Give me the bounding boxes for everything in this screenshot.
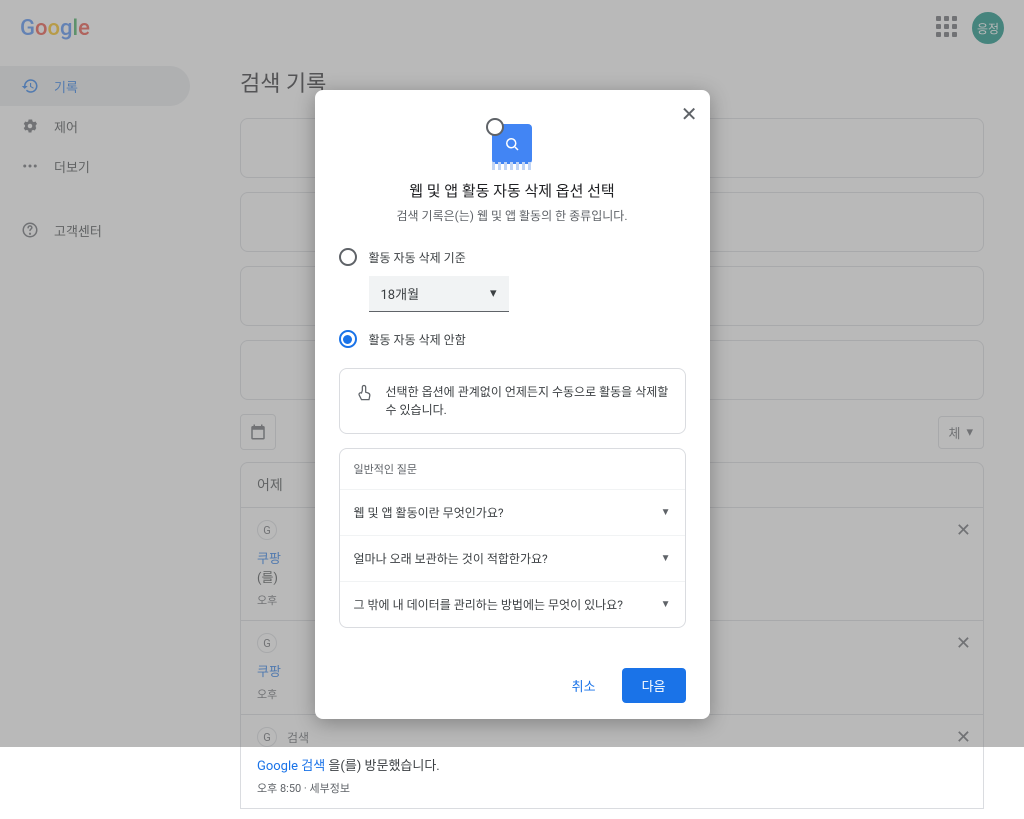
activity-text: Google 검색 을(를) 방문했습니다. [257, 755, 967, 774]
faq-header: 일반적인 질문 [340, 449, 685, 489]
faq-item[interactable]: 얼마나 오래 보관하는 것이 적합한가요? ▼ [340, 535, 685, 581]
chevron-down-icon: ▼ [661, 553, 671, 564]
chevron-down-icon: ▾ [490, 286, 497, 301]
search-link[interactable]: Google 검색 [257, 759, 325, 774]
auto-delete-modal: ✕ 웹 및 앱 활동 자동 삭제 옵션 선택 검색 기록은(는) 웹 및 앱 활… [315, 90, 710, 719]
touch-icon [354, 383, 374, 419]
chevron-down-icon: ▼ [661, 599, 671, 610]
cancel-button[interactable]: 취소 [556, 668, 612, 703]
info-box: 선택한 옵션에 관계없이 언제든지 수동으로 활동을 삭제할 수 있습니다. [339, 368, 686, 434]
radio-label: 활동 자동 삭제 안함 [369, 331, 466, 348]
faq-item[interactable]: 웹 및 앱 활동이란 무엇인가요? ▼ [340, 489, 685, 535]
faq-section: 일반적인 질문 웹 및 앱 활동이란 무엇인가요? ▼ 얼마나 오래 보관하는 … [339, 448, 686, 628]
modal-subtitle: 검색 기록은(는) 웹 및 앱 활동의 한 종류입니다. [339, 207, 686, 224]
radio-label: 활동 자동 삭제 기준 [369, 249, 466, 266]
close-button[interactable]: ✕ [681, 102, 698, 127]
radio-auto-delete-after[interactable] [339, 248, 357, 266]
faq-item[interactable]: 그 밖에 내 데이터를 관리하는 방법에는 무엇이 있나요? ▼ [340, 581, 685, 627]
chevron-down-icon: ▼ [661, 507, 671, 518]
duration-select[interactable]: 18개월 ▾ [369, 276, 509, 312]
modal-title: 웹 및 앱 활동 자동 삭제 옵션 선택 [339, 180, 686, 201]
shredder-icon [492, 124, 532, 164]
modal-overlay: ✕ 웹 및 앱 활동 자동 삭제 옵션 선택 검색 기록은(는) 웹 및 앱 활… [0, 0, 1024, 747]
radio-no-auto-delete[interactable] [339, 330, 357, 348]
next-button[interactable]: 다음 [622, 668, 686, 703]
